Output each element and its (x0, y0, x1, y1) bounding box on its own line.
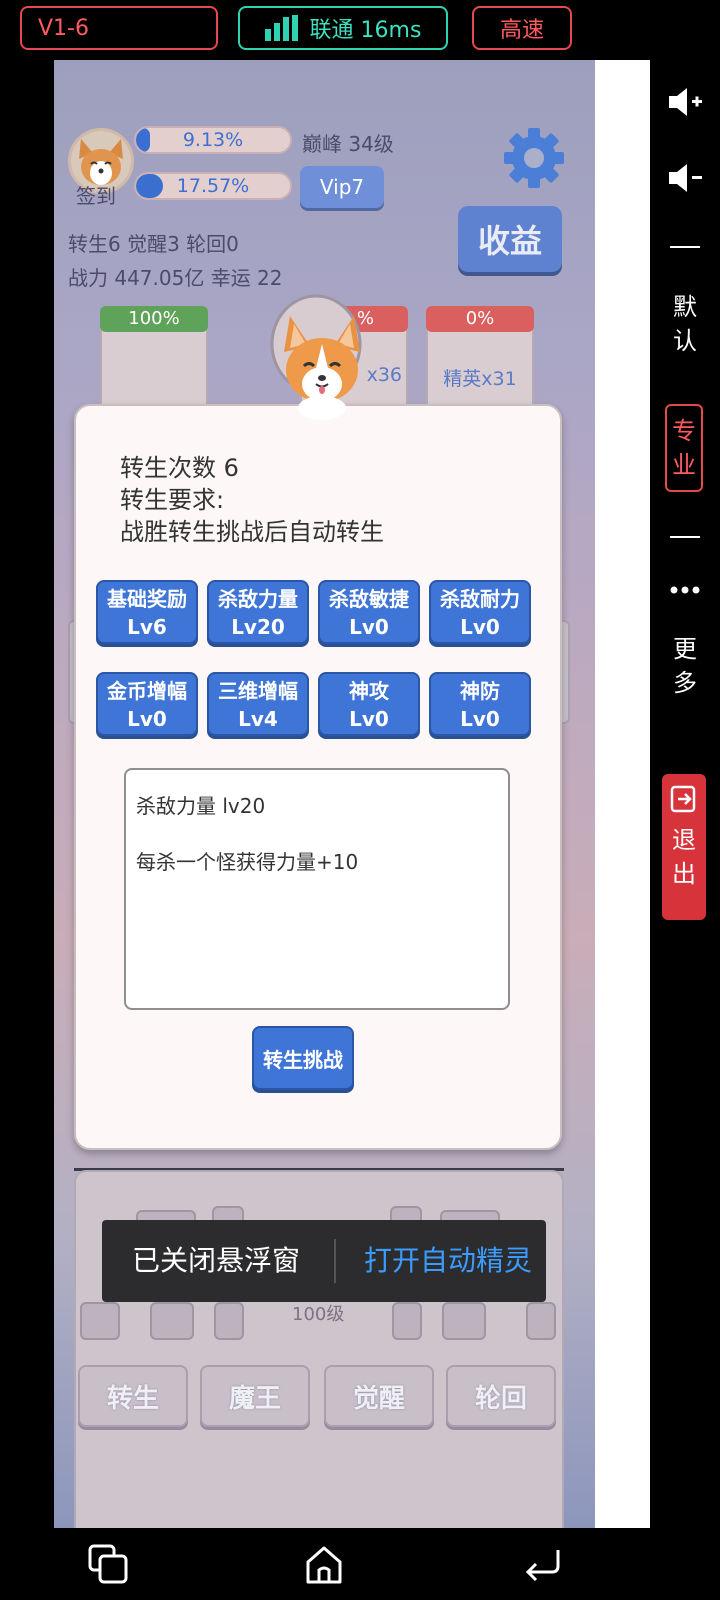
skill-divine-defense-button[interactable]: 神防 Lv0 (429, 672, 531, 736)
rebirth-modal: 转生次数 6 转生要求: 战胜转生挑战后自动转生 基础奖励 Lv6 杀敌力量 L… (74, 404, 562, 1150)
exit-char-1: 退 (672, 826, 696, 854)
more-dots-icon[interactable] (650, 580, 720, 600)
more-char-2: 多 (673, 669, 697, 697)
network-label: 联通 16ms (309, 18, 422, 43)
slot-8 (392, 1302, 422, 1340)
awaken-tab-button[interactable]: 觉醒 (324, 1365, 434, 1427)
slot-10 (526, 1302, 556, 1340)
skill-name: 基础奖励 (107, 587, 187, 611)
skill-stats-boost-button[interactable]: 三维增幅 Lv4 (207, 672, 309, 736)
stage-card-3-body: 精英x31 (443, 368, 517, 390)
progress-bar-1: 9.13% (134, 126, 292, 154)
pro-char-1: 专 (672, 417, 696, 445)
skill-name: 杀敌力量 (218, 587, 298, 611)
skill-level: Lv20 (231, 615, 285, 639)
skill-kill-stamina-button[interactable]: 杀敌耐力 Lv0 (429, 580, 531, 644)
rebirth-tab-button[interactable]: 转生 (78, 1365, 188, 1427)
skill-level: Lv0 (349, 615, 389, 639)
exit-char-2: 出 (672, 860, 696, 888)
top-status-bar: V1-6 联通 16ms 高速 (0, 0, 720, 60)
skill-description-box: 杀敌力量 lv20 每杀一个怪获得力量+10 (124, 768, 510, 1010)
speed-pill[interactable]: 高速 (472, 6, 572, 50)
progress-bar-1-text: 9.13% (182, 129, 244, 151)
game-area: 签到 9.13% 17.57% 巅峰 34级 Vip7 收益 转生6 觉醒3 轮… (54, 60, 650, 1528)
reincarnation-tab-button[interactable]: 轮回 (446, 1365, 556, 1427)
skill-level: Lv0 (127, 707, 167, 731)
exit-button[interactable]: 退 出 (662, 774, 706, 920)
skill-description-title: 杀敌力量 lv20 (136, 794, 266, 818)
more-char-1: 更 (673, 635, 697, 663)
skill-name: 神防 (460, 679, 500, 703)
skill-kill-strength-button[interactable]: 杀敌力量 Lv20 (207, 580, 309, 644)
system-navigation-bar (0, 1528, 720, 1600)
checkin-label[interactable]: 签到 (76, 180, 116, 209)
level-text: 100级 (292, 1304, 345, 1325)
stage-card-1-header: 100% (100, 306, 208, 332)
skill-kill-agility-button[interactable]: 杀敌敏捷 Lv0 (318, 580, 420, 644)
skill-gold-boost-button[interactable]: 金币增幅 Lv0 (96, 672, 198, 736)
skill-level: Lv6 (127, 615, 167, 639)
skill-description-body: 每杀一个怪获得力量+10 (136, 850, 359, 874)
rebirth-stats: 转生6 觉醒3 轮回0 (68, 232, 239, 256)
signal-bars-icon (264, 15, 298, 41)
version-pill[interactable]: V1-6 (20, 6, 218, 50)
pro-char-2: 业 (672, 451, 696, 479)
skill-level: Lv0 (349, 707, 389, 731)
stage-card-1[interactable]: 100% (100, 306, 208, 418)
progress-bar-2: 17.57% (134, 172, 292, 200)
slot-6 (150, 1302, 194, 1340)
rebirth-challenge-button[interactable]: 转生挑战 (252, 1026, 354, 1090)
toast-message: 已关闭悬浮窗 (132, 1244, 301, 1277)
back-icon[interactable] (516, 1538, 568, 1590)
income-button[interactable]: 收益 (458, 206, 562, 272)
speed-label: 高速 (499, 18, 544, 43)
exit-icon (670, 785, 696, 813)
skill-divine-attack-button[interactable]: 神攻 Lv0 (318, 672, 420, 736)
power-luck-stats: 战力 447.05亿 幸运 22 (68, 266, 283, 290)
rebirth-requirement-label: 转生要求: (120, 486, 225, 514)
slot-7 (214, 1302, 244, 1340)
default-char-1: 默 (673, 293, 697, 321)
game-right-margin (595, 60, 650, 1528)
skill-name: 三维增幅 (218, 679, 298, 703)
skill-name: 金币增幅 (107, 679, 187, 703)
skill-base-reward-button[interactable]: 基础奖励 Lv6 (96, 580, 198, 644)
peak-level-label: 巅峰 34级 (302, 132, 394, 156)
volume-up-icon[interactable] (650, 84, 720, 120)
side-divider-1 (670, 246, 700, 248)
progress-bar-2-text: 17.57% (176, 175, 250, 197)
skill-name: 杀敌敏捷 (329, 587, 409, 611)
skill-name: 神攻 (349, 679, 389, 703)
gear-icon[interactable] (504, 122, 564, 194)
side-panel: 默 认 专 业 更 多 退 出 (650, 60, 720, 1528)
default-mode-button[interactable]: 默 认 (650, 290, 720, 358)
skill-level: Lv0 (460, 707, 500, 731)
slot-5 (80, 1302, 120, 1340)
stage-card-3-header: 0% (426, 306, 534, 332)
rebirth-requirement-text: 战胜转生挑战后自动转生 (120, 518, 384, 546)
skill-level: Lv0 (460, 615, 500, 639)
pro-mode-button[interactable]: 专 业 (665, 404, 703, 492)
home-icon[interactable] (298, 1538, 350, 1590)
skill-level: Lv4 (238, 707, 278, 731)
floating-window-toast: 已关闭悬浮窗 打开自动精灵 (102, 1220, 546, 1302)
toast-separator (334, 1239, 336, 1283)
network-pill[interactable]: 联通 16ms (238, 6, 448, 50)
rebirth-count: 转生次数 6 (120, 454, 239, 482)
vip-button[interactable]: Vip7 (300, 166, 384, 208)
stage-card-3[interactable]: 0% 精英x31 (426, 306, 534, 418)
more-button[interactable]: 更 多 (650, 632, 720, 700)
version-label: V1-6 (38, 15, 89, 41)
skill-name: 杀敌耐力 (440, 587, 520, 611)
toast-action-link[interactable]: 打开自动精灵 (364, 1220, 532, 1302)
recent-apps-icon[interactable] (82, 1538, 134, 1590)
slot-9 (442, 1302, 486, 1340)
corgi-mascot-icon (284, 316, 360, 420)
side-divider-2 (670, 536, 700, 538)
default-char-2: 认 (673, 327, 697, 355)
volume-down-icon[interactable] (650, 160, 720, 196)
demon-king-tab-button[interactable]: 魔王 (200, 1365, 310, 1427)
